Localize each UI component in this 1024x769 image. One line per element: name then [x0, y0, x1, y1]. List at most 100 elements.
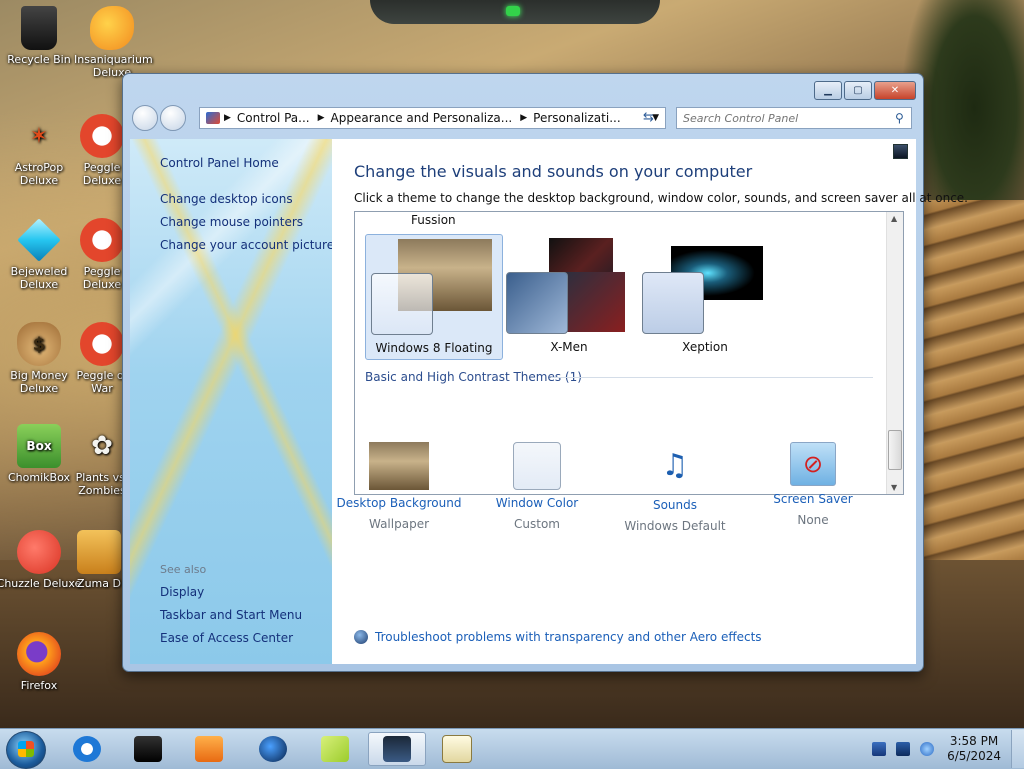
- taskbar-personalization[interactable]: [368, 732, 426, 766]
- content-pane: Change the visuals and sounds on your co…: [332, 139, 968, 664]
- breadcrumb-control-panel[interactable]: ▶ Control Pa...: [224, 111, 310, 125]
- windows-logo-icon: [18, 741, 34, 757]
- money-bag-icon: $: [17, 322, 61, 366]
- refresh-icon[interactable]: ⇆: [643, 110, 654, 125]
- left-pane: Control Panel Home Change desktop icons …: [130, 139, 334, 664]
- sounds-link[interactable]: Sounds: [610, 498, 740, 512]
- ease-of-access-link[interactable]: Ease of Access Center: [160, 631, 293, 645]
- desktop-icon-chuzzle[interactable]: Chuzzle Deluxe: [0, 530, 82, 590]
- change-account-picture-link[interactable]: Change your account picture: [160, 238, 334, 252]
- window-color-icon: [513, 442, 561, 490]
- desktop-background-item[interactable]: Desktop Background Wallpaper: [334, 442, 464, 531]
- search-icon[interactable]: ⚲: [895, 111, 911, 125]
- network-icon[interactable]: [896, 742, 911, 756]
- gallery-scrollbar[interactable]: ▲ ▼: [886, 212, 903, 494]
- help-icon[interactable]: [893, 144, 908, 159]
- scroll-down-icon[interactable]: ▼: [891, 483, 897, 492]
- chevron-right-icon: ▶: [224, 113, 231, 123]
- media-center-icon: [134, 736, 162, 762]
- page-subtitle: Click a theme to change the desktop back…: [354, 191, 968, 205]
- sounds-item[interactable]: ♫ Sounds Windows Default: [610, 442, 740, 533]
- flower-icon: ✿: [91, 430, 113, 461]
- peggle-icon: [80, 114, 124, 158]
- taskbar-media-player[interactable]: [184, 732, 234, 766]
- address-bar[interactable]: ▶ Control Pa... ▶ Appearance and Personali…: [199, 107, 666, 129]
- scroll-thumb[interactable]: [888, 430, 902, 470]
- window-color-item[interactable]: Window Color Custom: [472, 442, 602, 531]
- theme-x-men[interactable]: X-Men: [501, 234, 637, 358]
- wallpaper-thumbnail-icon: [369, 442, 429, 490]
- sounds-value: Windows Default: [624, 519, 726, 533]
- desktop-top-bar: [370, 0, 660, 24]
- show-desktop-button[interactable]: [1011, 730, 1024, 768]
- screen-saver-value: None: [797, 513, 829, 527]
- clock[interactable]: 3:58 PM 6/5/2024: [947, 734, 1001, 764]
- scroll-up-icon[interactable]: ▲: [891, 214, 897, 223]
- clock-date: 6/5/2024: [947, 749, 1001, 763]
- start-button[interactable]: [6, 731, 46, 769]
- taskbar-media-center[interactable]: [123, 732, 173, 766]
- desktop-icon-astropop[interactable]: ✶ AstroPop Deluxe: [0, 114, 82, 187]
- personalization-window: ▁ ▢ ✕ ▶ Control Pa... ▶ Appearance and Per…: [122, 73, 968, 672]
- breadcrumb-personalization[interactable]: ▶ Personalizati...: [520, 111, 620, 125]
- theme-label-partial: Fussion: [411, 213, 456, 227]
- search-input[interactable]: [677, 111, 895, 125]
- theme-windows-8-floating[interactable]: Windows 8 Floating: [365, 234, 503, 360]
- minimize-button[interactable]: ▁: [814, 81, 842, 100]
- screen-saver-link[interactable]: Screen Saver: [748, 492, 878, 506]
- forward-button[interactable]: [160, 105, 186, 131]
- desktop-icon-firefox[interactable]: Firefox: [0, 632, 82, 692]
- desktop-icon-bejeweled[interactable]: Bejeweled Deluxe: [0, 218, 82, 291]
- page-title: Change the visuals and sounds on your co…: [354, 162, 753, 181]
- sounds-icon: ♫: [661, 448, 689, 483]
- sticky-notes-icon: [321, 736, 349, 762]
- taskbar-globe[interactable]: [248, 732, 298, 766]
- window-color-value: Custom: [514, 517, 560, 531]
- screen-saver-item[interactable]: ⊘ Screen Saver None: [748, 442, 878, 527]
- maximize-button[interactable]: ▢: [844, 81, 872, 100]
- see-also-heading: See also: [160, 563, 207, 576]
- theme-label: Xeption: [682, 340, 728, 354]
- section-divider: [551, 377, 873, 378]
- green-led-icon: [506, 6, 520, 16]
- taskbar-start-menu-link[interactable]: Taskbar and Start Menu: [160, 608, 302, 622]
- theme-thumbnail-stack-2: [563, 272, 625, 332]
- taskbar-notepad[interactable]: [432, 732, 482, 766]
- back-button[interactable]: [132, 105, 158, 131]
- taskbar: 3:58 PM 6/5/2024: [0, 728, 1024, 769]
- display-link[interactable]: Display: [160, 585, 204, 599]
- close-button[interactable]: ✕: [874, 81, 916, 100]
- breadcrumb-appearance[interactable]: ▶ Appearance and Personaliza...: [318, 111, 513, 125]
- desktop-icon-big-money[interactable]: $ Big Money Deluxe: [0, 322, 82, 395]
- media-player-icon: [195, 736, 223, 762]
- window-controls: ▁ ▢ ✕: [814, 81, 916, 100]
- firefox-icon: [17, 632, 61, 676]
- desktop-background-link[interactable]: Desktop Background: [334, 496, 464, 510]
- astropop-icon: ✶: [29, 123, 49, 149]
- change-desktop-icons-link[interactable]: Change desktop icons: [160, 192, 293, 206]
- goldfish-icon: [90, 6, 134, 50]
- volume-icon[interactable]: [920, 742, 935, 756]
- control-panel-home-link[interactable]: Control Panel Home: [160, 156, 279, 170]
- theme-xeption[interactable]: Xeption: [637, 234, 773, 358]
- shield-icon[interactable]: [872, 742, 887, 756]
- troubleshoot-link[interactable]: Troubleshoot problems with transparency …: [354, 630, 762, 644]
- taskbar-internet-explorer[interactable]: [62, 732, 112, 766]
- desktop-icon-zuma[interactable]: Zuma D: [74, 530, 124, 590]
- hamster-icon: Box: [17, 424, 61, 468]
- control-panel-icon: [206, 112, 220, 124]
- peggle-icon: [80, 322, 124, 366]
- diamond-icon: [17, 218, 61, 262]
- window-color-link[interactable]: Window Color: [472, 496, 602, 510]
- screen-saver-icon: ⊘: [790, 442, 836, 486]
- desktop-icon-recycle-bin[interactable]: Recycle Bin: [0, 6, 82, 66]
- desktop-icon-chomikbox[interactable]: Box ChomikBox: [0, 424, 82, 484]
- search-box: ⚲: [676, 107, 912, 129]
- notepad-icon: [442, 735, 472, 763]
- desktop-icon-insaniquarium[interactable]: Insaniquarium Deluxe: [74, 6, 153, 79]
- change-mouse-pointers-link[interactable]: Change mouse pointers: [160, 215, 303, 229]
- theme-window-preview: [371, 273, 433, 335]
- taskbar-sticky-notes[interactable]: [310, 732, 360, 766]
- chevron-right-icon: ▶: [520, 113, 528, 123]
- basic-high-contrast-section[interactable]: Basic and High Contrast Themes (1): [365, 370, 582, 384]
